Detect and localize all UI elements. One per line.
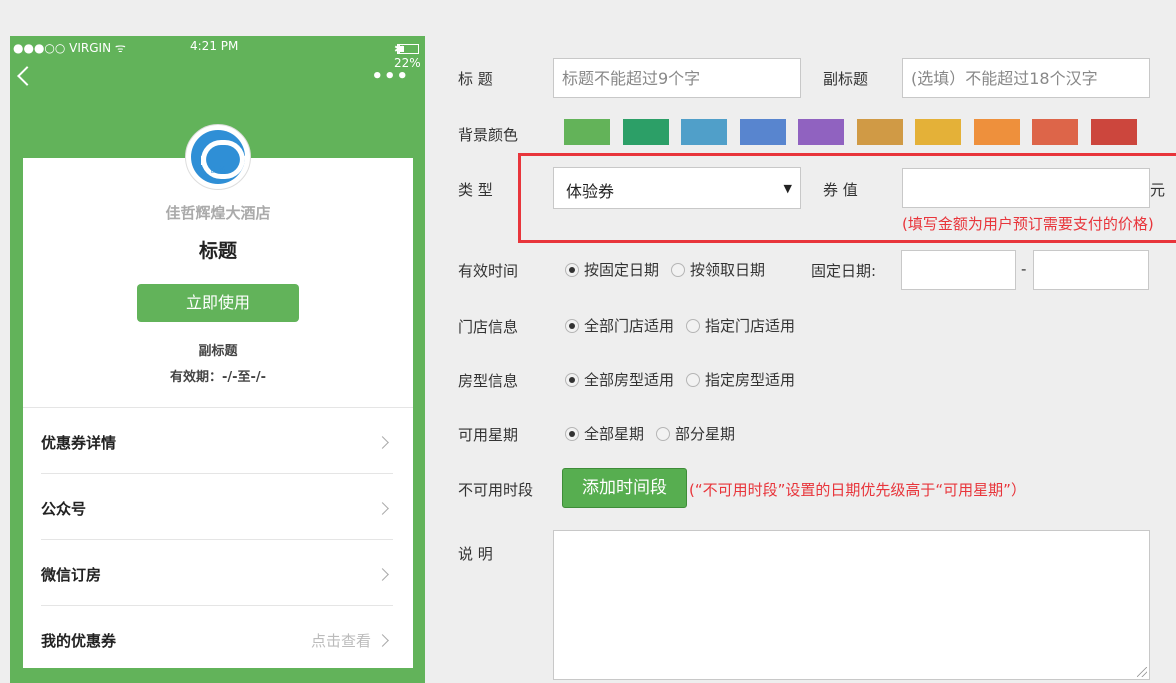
menu-item-official-account[interactable]: 公众号 bbox=[41, 474, 393, 540]
battery-status: ✱ 22% bbox=[394, 39, 421, 70]
color-swatch[interactable] bbox=[1090, 119, 1137, 145]
carrier-signal: ●●●○○ VIRGIN ᯤ bbox=[13, 41, 126, 55]
menu-item-label: 我的优惠券 bbox=[41, 632, 117, 650]
type-label: 类 型 bbox=[458, 181, 493, 199]
coupon-menu: 优惠券详情 公众号 微信订房 我的优惠券 点击查看 bbox=[41, 408, 393, 672]
battery-icon bbox=[397, 44, 419, 54]
coupon-subtitle: 副标题 bbox=[198, 344, 238, 359]
coupon-validity: 有效期：-/-至-/- bbox=[169, 370, 267, 385]
radio-label: 指定房型适用 bbox=[705, 371, 796, 389]
status-bar: ●●●○○ VIRGIN ᯤ 4:21 PM ✱ 22% bbox=[10, 36, 425, 70]
coupon-title: 标题 bbox=[198, 240, 237, 262]
radio-all-weekdays[interactable] bbox=[565, 426, 579, 441]
radio-label: 部分星期 bbox=[675, 425, 736, 443]
color-swatch[interactable] bbox=[622, 119, 669, 145]
chevron-right-icon bbox=[376, 436, 389, 449]
back-arrow-icon[interactable] bbox=[17, 66, 37, 86]
hotel-name: 佳哲辉煌大酒店 bbox=[165, 204, 271, 222]
radio-all-stores[interactable] bbox=[565, 318, 579, 333]
chevron-right-icon bbox=[376, 502, 389, 515]
more-dots-icon[interactable]: ••• bbox=[371, 68, 409, 86]
hotel-logo: 住 哲 bbox=[185, 124, 251, 190]
weekday-label: 可用星期 bbox=[458, 426, 519, 444]
menu-item-label: 公众号 bbox=[41, 500, 87, 518]
color-swatch[interactable] bbox=[856, 119, 903, 145]
menu-item-hint: 点击查看 bbox=[310, 632, 371, 650]
description-textarea[interactable] bbox=[553, 530, 1150, 680]
title-label: 标 题 bbox=[458, 70, 493, 88]
logo-caption: 住 哲 bbox=[209, 166, 227, 174]
radio-receive-date[interactable] bbox=[671, 262, 686, 277]
radio-fixed-date[interactable] bbox=[565, 262, 579, 277]
radio-all-rooms[interactable] bbox=[565, 372, 579, 387]
validity-radio-group: 按固定日期 按领取日期 bbox=[565, 259, 777, 280]
menu-item-label: 微信订房 bbox=[41, 566, 102, 584]
radio-label: 按固定日期 bbox=[584, 261, 660, 279]
weekday-radio-group: 全部星期 部分星期 bbox=[565, 423, 747, 444]
color-swatch[interactable] bbox=[798, 119, 844, 145]
store-label: 门店信息 bbox=[458, 318, 519, 336]
menu-item-my-coupons[interactable]: 我的优惠券 点击查看 bbox=[41, 606, 393, 672]
bg-color-label: 背景颜色 bbox=[458, 126, 519, 144]
radio-label: 全部房型适用 bbox=[584, 371, 675, 389]
description-label: 说 明 bbox=[458, 545, 493, 563]
radio-label: 全部门店适用 bbox=[584, 317, 675, 335]
coupon-card: 佳哲辉煌大酒店 标题 立即使用 副标题 有效期：-/-至-/- 优惠券详情 公众… bbox=[23, 158, 413, 668]
color-swatch[interactable] bbox=[973, 119, 1020, 145]
chevron-right-icon bbox=[376, 568, 389, 581]
title-input[interactable] bbox=[553, 58, 801, 98]
room-label: 房型信息 bbox=[458, 372, 519, 390]
start-date-input[interactable] bbox=[901, 250, 1016, 290]
radio-label: 全部星期 bbox=[584, 425, 645, 443]
radio-specific-rooms[interactable] bbox=[686, 372, 701, 387]
chevron-right-icon bbox=[376, 634, 389, 647]
color-swatch[interactable] bbox=[681, 119, 727, 145]
validity-label: 有效时间 bbox=[458, 262, 519, 280]
use-now-button[interactable]: 立即使用 bbox=[137, 284, 299, 322]
end-date-input[interactable] bbox=[1033, 250, 1149, 290]
color-swatch[interactable] bbox=[739, 119, 786, 145]
highlight-annotation bbox=[518, 153, 1176, 243]
resize-grip-icon[interactable] bbox=[1137, 667, 1147, 677]
room-radio-group: 全部房型适用 指定房型适用 bbox=[565, 369, 807, 390]
subtitle-input[interactable] bbox=[902, 58, 1150, 98]
color-swatch[interactable] bbox=[1032, 119, 1078, 145]
radio-specific-stores[interactable] bbox=[686, 318, 701, 333]
color-swatches bbox=[564, 119, 1137, 145]
radio-some-weekdays[interactable] bbox=[656, 426, 671, 441]
color-swatch[interactable] bbox=[564, 119, 610, 145]
color-swatch[interactable] bbox=[915, 119, 961, 145]
radio-label: 指定门店适用 bbox=[705, 317, 796, 335]
logo-mark-icon bbox=[191, 130, 245, 184]
radio-label: 按领取日期 bbox=[690, 261, 766, 279]
menu-item-wechat-booking[interactable]: 微信订房 bbox=[41, 540, 393, 606]
coupon-preview-phone: ●●●○○ VIRGIN ᯤ 4:21 PM ✱ 22% ••• 住 哲 佳哲辉… bbox=[10, 36, 425, 683]
fixed-date-label: 固定日期: bbox=[811, 262, 877, 280]
store-radio-group: 全部门店适用 指定门店适用 bbox=[565, 315, 807, 336]
add-time-period-button[interactable]: 添加时间段 bbox=[562, 468, 687, 508]
unavailable-hint: (“不可用时段”设置的日期优先级高于“可用星期”） bbox=[689, 481, 1026, 499]
subtitle-label: 副标题 bbox=[823, 70, 869, 88]
menu-item-coupon-details[interactable]: 优惠券详情 bbox=[41, 408, 393, 474]
unavailable-label: 不可用时段 bbox=[458, 481, 534, 499]
date-separator: - bbox=[1021, 260, 1027, 278]
menu-item-label: 优惠券详情 bbox=[41, 434, 117, 452]
status-time: 4:21 PM bbox=[190, 39, 239, 53]
